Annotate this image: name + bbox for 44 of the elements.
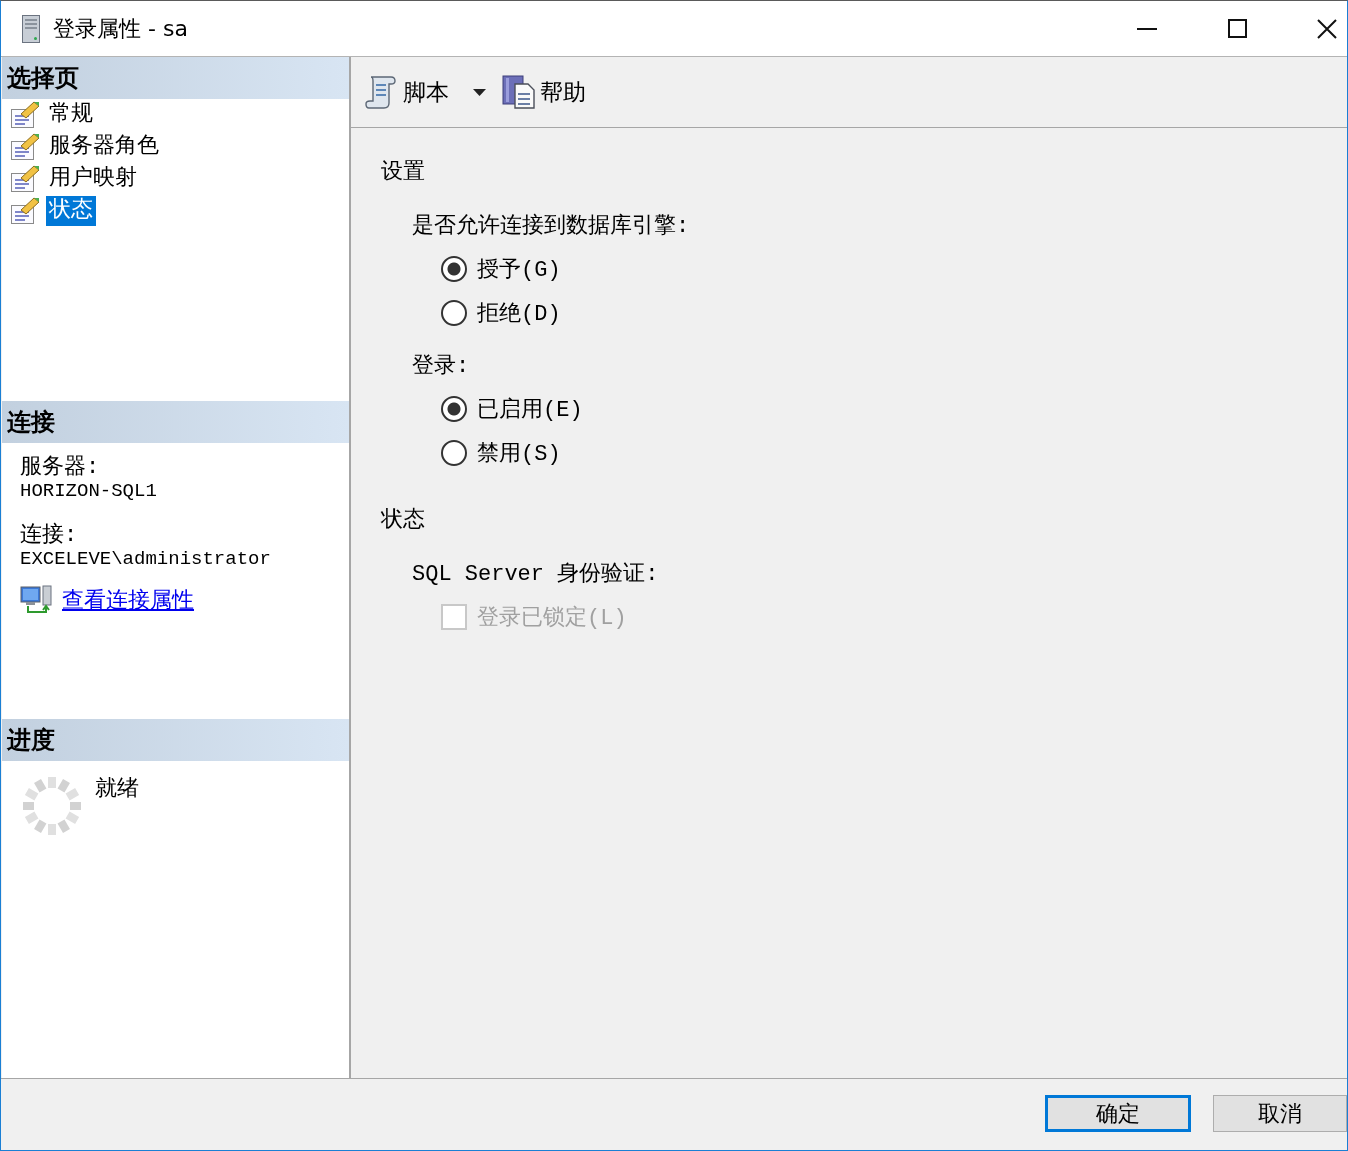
caret-icon	[473, 88, 486, 96]
section-title: 设置	[381, 159, 425, 187]
group-label: 登录:	[412, 353, 470, 381]
page-icon	[10, 165, 40, 193]
scroll-icon	[365, 75, 399, 109]
page-icon	[10, 197, 40, 225]
radio-label[interactable]: 禁用(S)	[477, 438, 561, 468]
page-list-item[interactable]: 状态	[46, 196, 96, 226]
radio-label[interactable]: 已启用(E)	[477, 394, 583, 424]
page-icon	[10, 101, 40, 129]
book-document-icon	[502, 75, 536, 109]
status-text: 就绪	[95, 776, 139, 803]
radio-label[interactable]: 授予(G)	[477, 254, 561, 284]
window-title: 登录属性 - sa	[53, 14, 188, 43]
field-label: 连接:	[20, 523, 78, 548]
radio-button[interactable]	[441, 300, 467, 326]
connection-properties-link[interactable]: 查看连接属性	[62, 584, 194, 615]
section-header: 连接	[2, 400, 349, 443]
computer-icon	[20, 584, 52, 615]
script-button[interactable]: 脚本	[365, 75, 486, 109]
ok-button[interactable]: 确定	[1045, 1095, 1191, 1132]
page-list-item[interactable]: 常规	[46, 100, 96, 130]
spinner-icon	[23, 776, 81, 835]
page-list-item[interactable]: 服务器角色	[46, 132, 162, 162]
group-label: SQL Server 身份验证:	[412, 561, 659, 589]
maximize-icon	[1227, 19, 1247, 38]
field-value: HORIZON-SQL1	[20, 479, 157, 502]
radio-button[interactable]	[441, 440, 467, 466]
page-list-item[interactable]: 用户映射	[46, 164, 140, 194]
section-header: 进度	[2, 718, 349, 761]
radio-button[interactable]	[441, 256, 467, 282]
field-value: EXCELEVE\administrator	[20, 547, 271, 570]
close-icon	[1317, 18, 1337, 39]
section-title: 状态	[381, 506, 425, 535]
page-icon	[10, 133, 40, 161]
section-header: 选择页	[2, 57, 349, 99]
minimize-icon	[1137, 27, 1157, 30]
field-label: 服务器:	[20, 455, 100, 480]
help-button[interactable]: 帮助	[502, 75, 586, 109]
cancel-button[interactable]: 取消	[1213, 1095, 1347, 1132]
group-label: 是否允许连接到数据库引擎:	[412, 212, 690, 241]
radio-label[interactable]: 拒绝(D)	[477, 298, 561, 328]
server-icon	[22, 14, 40, 43]
radio-button[interactable]	[441, 396, 467, 422]
